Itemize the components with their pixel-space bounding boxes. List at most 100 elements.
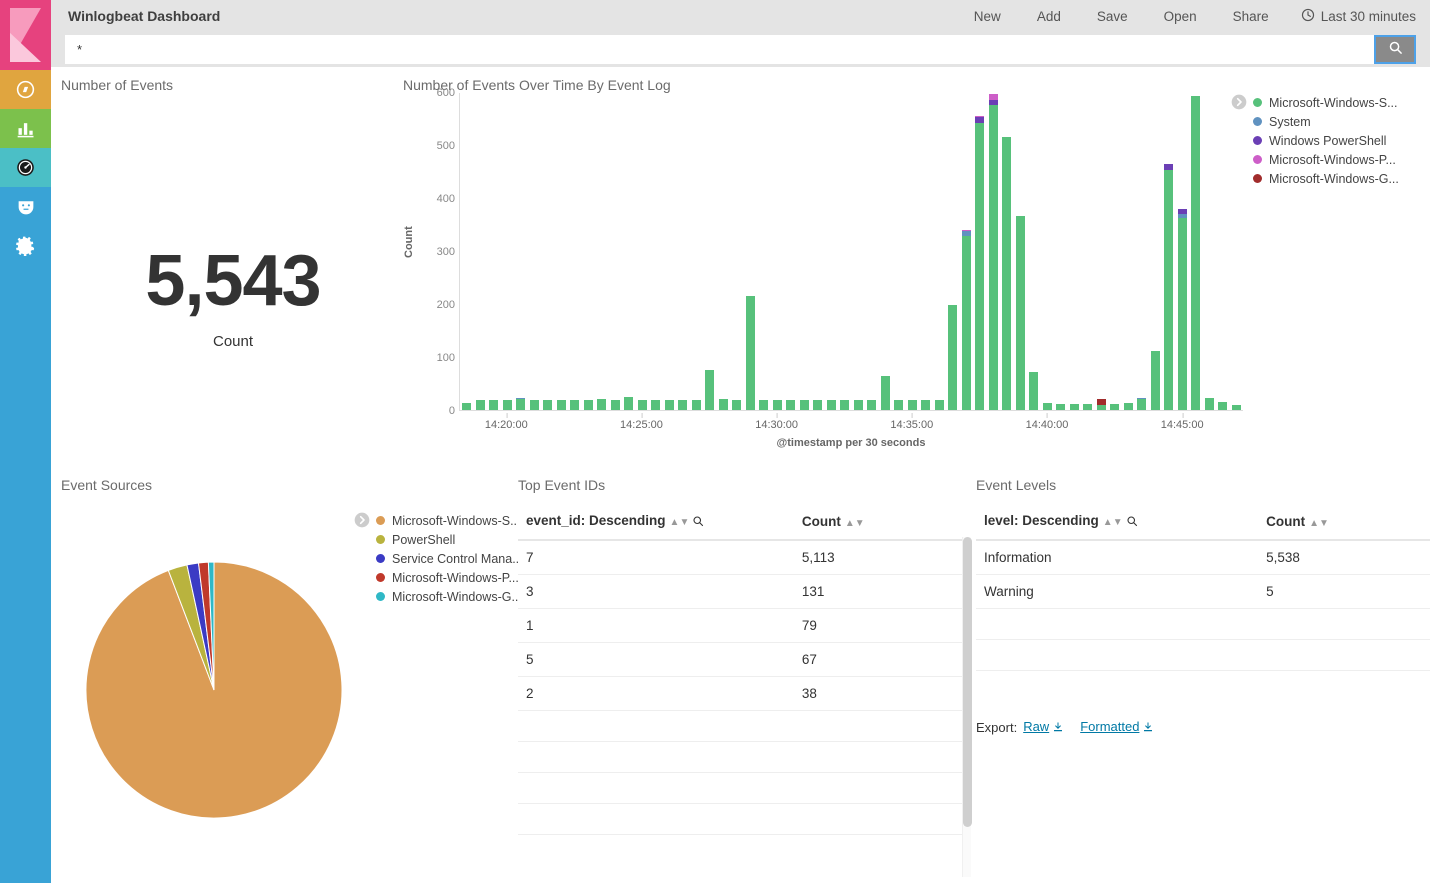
histogram-bar[interactable] (1068, 93, 1082, 410)
column-header-level[interactable]: level: Descending▲▼ (976, 505, 1258, 540)
column-header-count[interactable]: Count▲▼ (794, 505, 963, 540)
new-button[interactable]: New (956, 9, 1019, 24)
histogram-bar[interactable] (622, 93, 636, 410)
histogram-bar[interactable] (514, 93, 528, 410)
histogram-bar[interactable] (1014, 93, 1028, 410)
histogram-bar[interactable] (825, 93, 839, 410)
histogram-bar[interactable] (541, 93, 555, 410)
table-row[interactable]: 3131 (518, 575, 963, 609)
legend-item[interactable]: Microsoft-Windows-G... (376, 587, 523, 606)
histogram-bar[interactable] (1203, 93, 1217, 410)
histogram-bar[interactable] (609, 93, 623, 410)
histogram-bar[interactable] (1216, 93, 1230, 410)
sidebar-item-management[interactable] (0, 226, 51, 265)
table-row[interactable]: 75,113 (518, 540, 963, 575)
search-button[interactable] (1374, 35, 1416, 64)
histogram-bar[interactable] (919, 93, 933, 410)
histogram-bar[interactable] (987, 93, 1001, 410)
export-formatted-link[interactable]: Formatted (1080, 719, 1154, 736)
open-button[interactable]: Open (1146, 9, 1215, 24)
filter-search-icon[interactable] (692, 515, 704, 530)
export-raw-link[interactable]: Raw (1023, 719, 1064, 736)
histogram-bar[interactable] (879, 93, 893, 410)
table-row[interactable]: 179 (518, 609, 963, 643)
sort-icon[interactable]: ▲▼ (670, 517, 690, 528)
histogram-bar[interactable] (1122, 93, 1136, 410)
legend-item[interactable]: Microsoft-Windows-S... (1253, 93, 1399, 112)
table-scrollbar[interactable] (962, 537, 971, 877)
histogram-bar[interactable] (1081, 93, 1095, 410)
histogram-bar[interactable] (960, 93, 974, 410)
histogram-bar[interactable] (892, 93, 906, 410)
histogram-bar[interactable] (649, 93, 663, 410)
add-button[interactable]: Add (1019, 9, 1079, 24)
histogram-bar[interactable] (1135, 93, 1149, 410)
histogram-bar[interactable] (852, 93, 866, 410)
histogram-bar[interactable] (730, 93, 744, 410)
histogram-bar[interactable] (676, 93, 690, 410)
histogram-bar[interactable] (757, 93, 771, 410)
legend-item[interactable]: Microsoft-Windows-G... (1253, 169, 1399, 188)
histogram-plot[interactable] (459, 93, 1243, 411)
histogram-bar[interactable] (528, 93, 542, 410)
scrollbar-thumb[interactable] (963, 537, 972, 827)
column-header-event-id[interactable]: event_id: Descending▲▼ (518, 505, 794, 540)
histogram-bar[interactable] (933, 93, 947, 410)
histogram-bar[interactable] (1054, 93, 1068, 410)
sort-icon[interactable]: ▲▼ (845, 518, 865, 529)
sidebar-item-dashboard[interactable] (0, 148, 51, 187)
sort-icon[interactable]: ▲▼ (1103, 517, 1123, 528)
histogram-bar[interactable] (865, 93, 879, 410)
sidebar-item-visualize[interactable] (0, 109, 51, 148)
legend-item[interactable]: Service Control Mana... (376, 549, 523, 568)
histogram-bar[interactable] (811, 93, 825, 410)
share-button[interactable]: Share (1215, 9, 1287, 24)
histogram-bar[interactable] (460, 93, 474, 410)
histogram-bar[interactable] (582, 93, 596, 410)
save-button[interactable]: Save (1079, 9, 1146, 24)
legend-item[interactable]: Windows PowerShell (1253, 131, 1399, 150)
histogram-bar[interactable] (474, 93, 488, 410)
pie-chart[interactable] (69, 545, 359, 835)
histogram-bar[interactable] (636, 93, 650, 410)
table-row[interactable]: 238 (518, 677, 963, 711)
histogram-bar[interactable] (663, 93, 677, 410)
histogram-bar[interactable] (1095, 93, 1109, 410)
legend-collapse-icon[interactable] (1231, 94, 1247, 110)
histogram-bar[interactable] (1176, 93, 1190, 410)
histogram-bar[interactable] (1162, 93, 1176, 410)
legend-item[interactable]: System (1253, 112, 1399, 131)
histogram-bar[interactable] (690, 93, 704, 410)
histogram-bar[interactable] (717, 93, 731, 410)
legend-item[interactable]: Microsoft-Windows-P... (376, 568, 523, 587)
histogram-bar[interactable] (1108, 93, 1122, 410)
histogram-bar[interactable] (501, 93, 515, 410)
time-picker[interactable]: Last 30 minutes (1287, 8, 1416, 25)
histogram-bar[interactable] (946, 93, 960, 410)
column-header-count[interactable]: Count▲▼ (1258, 505, 1430, 540)
histogram-bar[interactable] (1149, 93, 1163, 410)
histogram-bar[interactable] (1000, 93, 1014, 410)
histogram-bar[interactable] (595, 93, 609, 410)
histogram-bar[interactable] (1041, 93, 1055, 410)
histogram-bar[interactable] (1027, 93, 1041, 410)
table-row[interactable]: Warning5 (976, 575, 1430, 609)
histogram-bar[interactable] (973, 93, 987, 410)
histogram-bar[interactable] (744, 93, 758, 410)
legend-item[interactable]: Microsoft-Windows-P... (1253, 150, 1399, 169)
histogram-bar[interactable] (1189, 93, 1203, 410)
histogram-bar[interactable] (838, 93, 852, 410)
histogram-bar[interactable] (771, 93, 785, 410)
table-row[interactable]: 567 (518, 643, 963, 677)
legend-item[interactable]: PowerShell (376, 530, 523, 549)
sort-icon[interactable]: ▲▼ (1309, 518, 1329, 529)
filter-search-icon[interactable] (1126, 515, 1138, 530)
legend-item[interactable]: Microsoft-Windows-S... (376, 511, 523, 530)
sidebar-item-discover[interactable] (0, 70, 51, 109)
histogram-bar[interactable] (568, 93, 582, 410)
search-input[interactable] (65, 35, 1374, 64)
histogram-bar[interactable] (798, 93, 812, 410)
histogram-bar[interactable] (487, 93, 501, 410)
legend-collapse-icon[interactable] (354, 512, 370, 528)
histogram-bar[interactable] (555, 93, 569, 410)
